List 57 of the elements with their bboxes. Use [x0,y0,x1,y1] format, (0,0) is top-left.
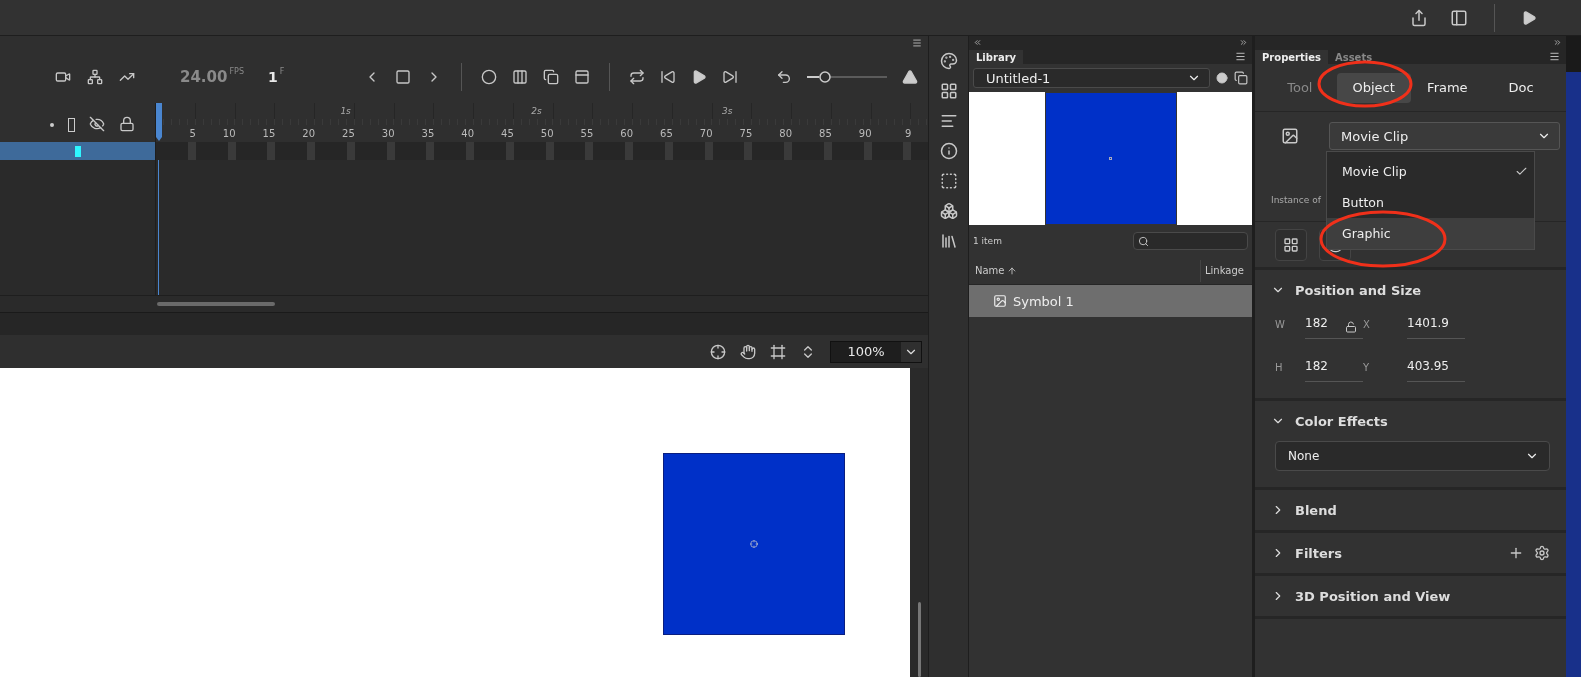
frame-number: 5 [188,128,196,139]
frame-number: 15 [261,128,276,139]
field-label: W [1275,319,1286,330]
frame-number: 10 [221,128,236,139]
color-effect-dropdown[interactable]: None [1275,441,1550,471]
frame-number: 30 [380,128,395,139]
panel-tab[interactable]: Assets [1327,49,1380,66]
instance-label: Instance of [1271,195,1321,205]
frame-number: 45 [500,128,514,139]
frame-number: 90 [857,128,872,139]
field-label: X [1363,319,1371,330]
item-count: 1 item [973,236,1002,246]
frame-unit: F [279,67,285,76]
panel-tab[interactable]: Library [969,49,1024,66]
column-header[interactable]: Name [969,265,1200,276]
menu-item[interactable]: Button [1327,187,1534,218]
section-header[interactable]: Color Effects [1255,401,1566,441]
number-field[interactable]: 182 [1305,310,1363,339]
library-item[interactable]: Symbol 1 [969,285,1252,317]
number-field[interactable]: 403.95 [1407,353,1465,382]
panel-tab[interactable]: Properties [1255,49,1328,66]
fps-value: 24.00 [180,68,228,86]
mode-tab[interactable]: Doc [1484,72,1558,103]
mode-tab[interactable]: Frame [1410,72,1485,103]
document-dropdown[interactable]: Untitled-1 [973,68,1210,88]
frame-number: 40 [460,128,474,139]
fps-unit: FPS [229,67,244,76]
seconds-label: 1s [339,105,351,118]
frame-number: 35 [420,128,435,139]
section-header[interactable]: 3D Position and View [1255,576,1566,616]
frame-number: 25 [341,128,355,139]
menu-item[interactable]: Graphic [1327,218,1534,249]
frame-number: 55 [579,128,594,139]
frame-number: 75 [738,128,753,139]
frame-number: 20 [301,128,315,139]
current-frame: 1 [267,69,278,85]
section-header[interactable]: Position and Size [1255,270,1566,310]
frame-number: 60 [619,128,633,139]
frame-number: 50 [539,128,554,139]
seconds-label: 3s [720,105,733,118]
zoom-field[interactable]: 100% [830,340,922,363]
number-field[interactable]: 182 [1305,353,1363,382]
frame-number: 80 [778,128,792,139]
mode-tab[interactable]: Object [1336,72,1411,103]
frame-number: 65 [659,128,673,139]
number-field[interactable]: 1401.9 [1407,310,1465,339]
field-label: H [1275,362,1284,373]
symbol-type-dropdown[interactable]: Movie Clip [1329,122,1560,150]
frame-number: 70 [698,128,713,139]
menu-item[interactable]: Movie Clip [1327,156,1534,187]
seconds-label: 2s [530,105,542,118]
frame-number: 85 [818,128,832,139]
section-header[interactable]: Blend [1255,490,1566,530]
item-name: Symbol 1 [1013,293,1074,309]
section-header[interactable]: Filters [1255,533,1566,573]
field-label: Y [1363,362,1371,373]
frame-number: 9 [903,128,912,139]
